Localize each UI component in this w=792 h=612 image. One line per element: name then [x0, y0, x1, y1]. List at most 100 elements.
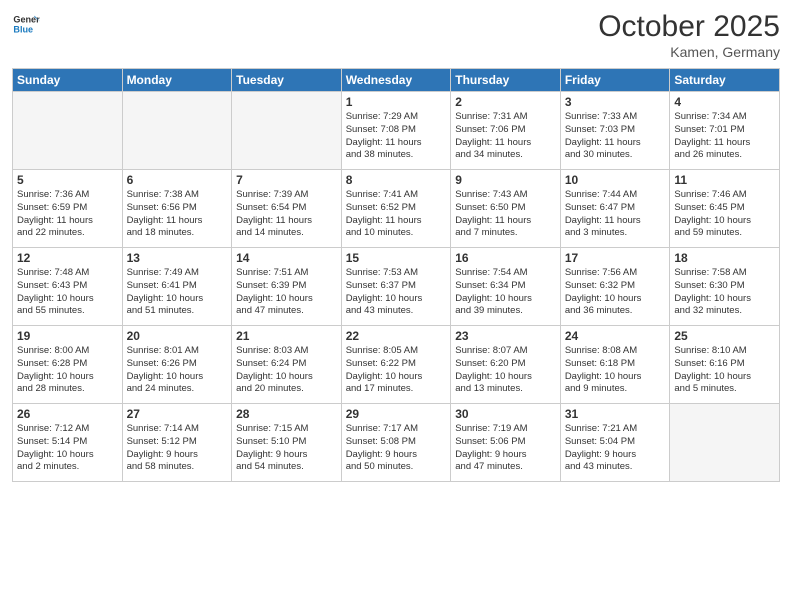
calendar-cell: [122, 92, 232, 170]
day-info: Sunrise: 7:12 AM Sunset: 5:14 PM Dayligh…: [17, 423, 118, 474]
day-number: 11: [674, 173, 775, 187]
day-number: 9: [455, 173, 556, 187]
day-info: Sunrise: 7:54 AM Sunset: 6:34 PM Dayligh…: [455, 267, 556, 318]
day-info: Sunrise: 7:44 AM Sunset: 6:47 PM Dayligh…: [565, 189, 666, 240]
calendar-cell: 2 Sunrise: 7:31 AM Sunset: 7:06 PM Daylig…: [451, 92, 561, 170]
calendar-cell: 19 Sunrise: 8:00 AM Sunset: 6:28 PM Dayli…: [13, 326, 123, 404]
day-number: 22: [346, 329, 447, 343]
day-number: 19: [17, 329, 118, 343]
day-number: 1: [346, 95, 447, 109]
calendar-cell: 23Sunrise: 8:07 AM Sunset: 6:20 PM Dayli…: [451, 326, 561, 404]
day-number: 10: [565, 173, 666, 187]
col-tuesday: Tuesday: [232, 69, 342, 92]
day-number: 8: [346, 173, 447, 187]
day-number: 28: [236, 407, 337, 421]
day-info: Sunrise: 7:46 AM Sunset: 6:45 PM Dayligh…: [674, 189, 775, 240]
calendar-cell: 25 Sunrise: 8:10 AM Sunset: 6:16 PM Dayli…: [670, 326, 780, 404]
calendar-week-1: 5Sunrise: 7:36 AM Sunset: 6:59 PM Daylig…: [13, 170, 780, 248]
calendar-cell: 27 Sunrise: 7:14 AM Sunset: 5:12 PM Dayli…: [122, 404, 232, 482]
day-info: Sunrise: 7:31 AM Sunset: 7:06 PM Dayligh…: [455, 111, 556, 162]
day-info: Sunrise: 7:49 AM Sunset: 6:41 PM Dayligh…: [127, 267, 228, 318]
calendar-cell: 29 Sunrise: 7:17 AM Sunset: 5:08 PM Dayli…: [341, 404, 451, 482]
location: Kamen, Germany: [598, 44, 780, 60]
day-info: Sunrise: 7:41 AM Sunset: 6:52 PM Dayligh…: [346, 189, 447, 240]
day-info: Sunrise: 7:17 AM Sunset: 5:08 PM Dayligh…: [346, 423, 447, 474]
calendar-cell: 4Sunrise: 7:34 AM Sunset: 7:01 PM Daylig…: [670, 92, 780, 170]
calendar-cell: 1 Sunrise: 7:29 AM Sunset: 7:08 PM Daylig…: [341, 92, 451, 170]
title-block: October 2025 Kamen, Germany: [598, 10, 780, 60]
day-info: Sunrise: 7:56 AM Sunset: 6:32 PM Dayligh…: [565, 267, 666, 318]
calendar-body: 1 Sunrise: 7:29 AM Sunset: 7:08 PM Daylig…: [13, 92, 780, 482]
col-friday: Friday: [560, 69, 670, 92]
calendar-cell: [232, 92, 342, 170]
calendar-cell: 20Sunrise: 8:01 AM Sunset: 6:26 PM Dayli…: [122, 326, 232, 404]
day-info: Sunrise: 7:14 AM Sunset: 5:12 PM Dayligh…: [127, 423, 228, 474]
day-number: 12: [17, 251, 118, 265]
day-number: 25: [674, 329, 775, 343]
calendar-cell: 10 Sunrise: 7:44 AM Sunset: 6:47 PM Dayli…: [560, 170, 670, 248]
day-info: Sunrise: 7:51 AM Sunset: 6:39 PM Dayligh…: [236, 267, 337, 318]
calendar-week-0: 1 Sunrise: 7:29 AM Sunset: 7:08 PM Daylig…: [13, 92, 780, 170]
day-number: 23: [455, 329, 556, 343]
day-info: Sunrise: 7:53 AM Sunset: 6:37 PM Dayligh…: [346, 267, 447, 318]
day-number: 16: [455, 251, 556, 265]
calendar-cell: 5Sunrise: 7:36 AM Sunset: 6:59 PM Daylig…: [13, 170, 123, 248]
day-number: 29: [346, 407, 447, 421]
day-number: 2: [455, 95, 556, 109]
col-monday: Monday: [122, 69, 232, 92]
calendar-cell: 12 Sunrise: 7:48 AM Sunset: 6:43 PM Dayli…: [13, 248, 123, 326]
day-number: 6: [127, 173, 228, 187]
calendar-cell: 17 Sunrise: 7:56 AM Sunset: 6:32 PM Dayli…: [560, 248, 670, 326]
calendar-cell: 21 Sunrise: 8:03 AM Sunset: 6:24 PM Dayli…: [232, 326, 342, 404]
calendar-week-3: 19 Sunrise: 8:00 AM Sunset: 6:28 PM Dayli…: [13, 326, 780, 404]
calendar-cell: 24Sunrise: 8:08 AM Sunset: 6:18 PM Dayli…: [560, 326, 670, 404]
day-number: 31: [565, 407, 666, 421]
day-info: Sunrise: 7:48 AM Sunset: 6:43 PM Dayligh…: [17, 267, 118, 318]
day-info: Sunrise: 8:10 AM Sunset: 6:16 PM Dayligh…: [674, 345, 775, 396]
calendar-cell: 28 Sunrise: 7:15 AM Sunset: 5:10 PM Dayli…: [232, 404, 342, 482]
calendar-cell: 13 Sunrise: 7:49 AM Sunset: 6:41 PM Dayli…: [122, 248, 232, 326]
day-number: 21: [236, 329, 337, 343]
day-info: Sunrise: 7:19 AM Sunset: 5:06 PM Dayligh…: [455, 423, 556, 474]
day-info: Sunrise: 7:29 AM Sunset: 7:08 PM Dayligh…: [346, 111, 447, 162]
calendar-table: Sunday Monday Tuesday Wednesday Thursday…: [12, 68, 780, 482]
calendar-cell: 18Sunrise: 7:58 AM Sunset: 6:30 PM Dayli…: [670, 248, 780, 326]
calendar-cell: 26Sunrise: 7:12 AM Sunset: 5:14 PM Dayli…: [13, 404, 123, 482]
day-number: 3: [565, 95, 666, 109]
calendar-cell: 11 Sunrise: 7:46 AM Sunset: 6:45 PM Dayli…: [670, 170, 780, 248]
day-number: 30: [455, 407, 556, 421]
day-info: Sunrise: 8:01 AM Sunset: 6:26 PM Dayligh…: [127, 345, 228, 396]
day-info: Sunrise: 7:38 AM Sunset: 6:56 PM Dayligh…: [127, 189, 228, 240]
page: General Blue October 2025 Kamen, Germany…: [0, 0, 792, 612]
calendar-cell: 22 Sunrise: 8:05 AM Sunset: 6:22 PM Dayli…: [341, 326, 451, 404]
day-number: 13: [127, 251, 228, 265]
calendar-cell: [13, 92, 123, 170]
day-info: Sunrise: 7:15 AM Sunset: 5:10 PM Dayligh…: [236, 423, 337, 474]
day-info: Sunrise: 8:08 AM Sunset: 6:18 PM Dayligh…: [565, 345, 666, 396]
month-title: October 2025: [598, 10, 780, 44]
col-wednesday: Wednesday: [341, 69, 451, 92]
day-info: Sunrise: 8:03 AM Sunset: 6:24 PM Dayligh…: [236, 345, 337, 396]
day-info: Sunrise: 7:43 AM Sunset: 6:50 PM Dayligh…: [455, 189, 556, 240]
day-number: 7: [236, 173, 337, 187]
logo: General Blue: [12, 10, 40, 38]
calendar-cell: 30 Sunrise: 7:19 AM Sunset: 5:06 PM Dayli…: [451, 404, 561, 482]
calendar-week-2: 12 Sunrise: 7:48 AM Sunset: 6:43 PM Dayli…: [13, 248, 780, 326]
calendar-cell: 14Sunrise: 7:51 AM Sunset: 6:39 PM Dayli…: [232, 248, 342, 326]
day-number: 4: [674, 95, 775, 109]
day-info: Sunrise: 8:00 AM Sunset: 6:28 PM Dayligh…: [17, 345, 118, 396]
day-info: Sunrise: 8:05 AM Sunset: 6:22 PM Dayligh…: [346, 345, 447, 396]
logo-icon: General Blue: [12, 10, 40, 38]
calendar-week-4: 26Sunrise: 7:12 AM Sunset: 5:14 PM Dayli…: [13, 404, 780, 482]
calendar-cell: 3 Sunrise: 7:33 AM Sunset: 7:03 PM Daylig…: [560, 92, 670, 170]
calendar-cell: [670, 404, 780, 482]
day-number: 15: [346, 251, 447, 265]
day-info: Sunrise: 7:33 AM Sunset: 7:03 PM Dayligh…: [565, 111, 666, 162]
calendar-cell: 15 Sunrise: 7:53 AM Sunset: 6:37 PM Dayli…: [341, 248, 451, 326]
svg-text:General: General: [13, 15, 40, 25]
day-number: 17: [565, 251, 666, 265]
calendar-cell: 7Sunrise: 7:39 AM Sunset: 6:54 PM Daylig…: [232, 170, 342, 248]
calendar-cell: 9 Sunrise: 7:43 AM Sunset: 6:50 PM Daylig…: [451, 170, 561, 248]
day-info: Sunrise: 7:58 AM Sunset: 6:30 PM Dayligh…: [674, 267, 775, 318]
day-number: 27: [127, 407, 228, 421]
